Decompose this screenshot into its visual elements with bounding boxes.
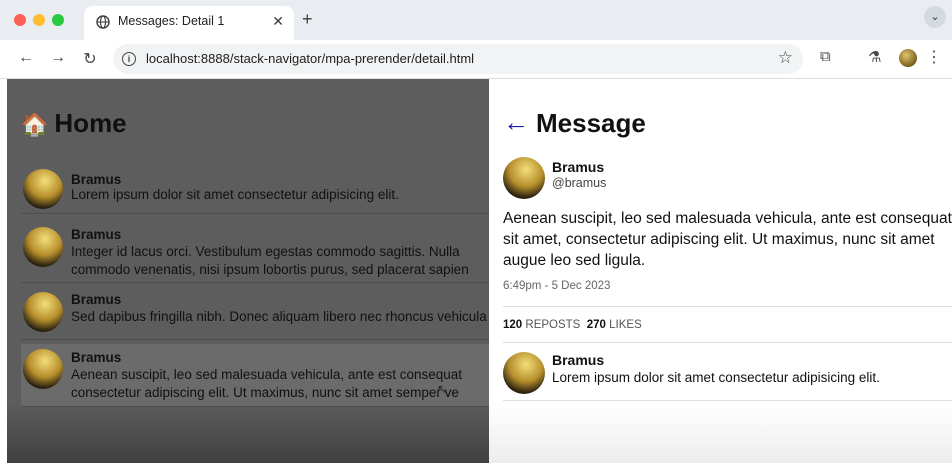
reposts-label: REPOSTS (525, 319, 581, 331)
tab-strip: Messages: Detail 1 ✕ + ⌄ (0, 0, 952, 40)
list-item-author: Bramus (71, 350, 122, 365)
house-icon: 🏠 (21, 112, 49, 137)
author-handle[interactable]: @bramus (552, 176, 606, 190)
divider (503, 306, 952, 307)
list-item-author: Bramus (71, 227, 122, 242)
tab-close-icon[interactable]: ✕ (272, 13, 284, 30)
list-item-author: Bramus (71, 292, 122, 307)
message-body: Aenean suscipit, leo sed malesuada vehic… (503, 208, 952, 271)
list-item-text: consectetur adipiscing elit. Ut maximus,… (71, 385, 459, 400)
list-item-author: Bramus (71, 172, 122, 187)
list-item[interactable]: Bramus Integer id lacus orci. Vestibulum… (21, 224, 489, 283)
mouse-cursor-icon: ↖ (437, 382, 448, 396)
reload-icon[interactable]: ↻ (80, 49, 100, 69)
back-arrow-icon[interactable]: ← (503, 107, 529, 138)
page-title: Message (536, 108, 646, 138)
message-body-line: Aenean suscipit, leo sed malesuada vehic… (503, 210, 952, 227)
list-item[interactable]: Bramus Sed dapibus fringilla nibh. Donec… (21, 289, 489, 340)
list-item-text: Integer id lacus orci. Vestibulum egesta… (71, 244, 460, 259)
info-icon[interactable]: i (122, 52, 136, 66)
avatar (23, 349, 63, 389)
browser-toolbar: ← → ↻ i localhost:8888/stack-navigator/m… (0, 40, 952, 79)
forward-icon[interactable]: → (48, 49, 68, 67)
message-body-line: augue leo sed ligula. (503, 252, 646, 269)
list-item-text: Lorem ipsum dolor sit amet consectetur a… (71, 187, 399, 202)
message-stats: 120 REPOSTS 270 LIKES (503, 319, 642, 331)
avatar[interactable] (503, 352, 545, 394)
avatar (23, 227, 63, 267)
avatar (23, 169, 63, 209)
page-title: 🏠 Home (21, 108, 127, 139)
new-tab-button[interactable]: + (302, 9, 313, 30)
message-pane: ← Message Bramus @bramus Aenean suscipit… (489, 79, 952, 463)
star-icon[interactable]: ☆ (778, 48, 793, 68)
likes-label: LIKES (609, 319, 642, 331)
maximize-window-button[interactable] (52, 14, 64, 26)
list-item-text: Sed dapibus fringilla nibh. Donec aliqua… (71, 309, 487, 324)
address-bar[interactable]: i localhost:8888/stack-navigator/mpa-pre… (113, 44, 803, 74)
home-title-text: Home (54, 108, 127, 138)
divider (503, 342, 952, 343)
browser-tab[interactable]: Messages: Detail 1 ✕ (84, 6, 294, 40)
likes-count: 270 (586, 319, 606, 331)
divider (503, 400, 952, 401)
list-item-text: Aenean suscipit, leo sed malesuada vehic… (71, 367, 463, 382)
back-icon[interactable]: ← (16, 49, 36, 67)
close-window-button[interactable] (14, 14, 26, 26)
home-pane: 🏠 Home Bramus Lorem ipsum dolor sit amet … (7, 79, 489, 463)
labs-icon[interactable]: ⚗ (868, 48, 881, 66)
reposts-count: 120 (503, 319, 523, 331)
reply-text: Lorem ipsum dolor sit amet consectetur a… (552, 370, 880, 385)
tab-title: Messages: Detail 1 (118, 14, 225, 28)
avatar[interactable] (503, 157, 545, 199)
list-item-text: commodo venenatis, nisi ipsum lobortis p… (71, 262, 469, 277)
menu-icon[interactable]: ⋮ (926, 47, 942, 67)
message-timestamp: 6:49pm - 5 Dec 2023 (503, 280, 611, 292)
globe-icon (96, 15, 110, 29)
url-text[interactable]: localhost:8888/stack-navigator/mpa-prere… (146, 51, 474, 66)
extensions-icon[interactable]: ⧉ (820, 48, 831, 65)
list-item-selected[interactable]: Bramus Aenean suscipit, leo sed malesuad… (21, 344, 489, 407)
message-body-line: sit amet, consectetur adipiscing elit. U… (503, 231, 935, 248)
profile-icon[interactable] (899, 49, 917, 67)
tab-search-button[interactable]: ⌄ (924, 6, 946, 28)
author-name[interactable]: Bramus (552, 159, 604, 175)
reply-author[interactable]: Bramus (552, 352, 604, 368)
minimize-window-button[interactable] (33, 14, 45, 26)
avatar (23, 292, 63, 332)
list-item[interactable]: Bramus Lorem ipsum dolor sit amet consec… (21, 167, 489, 214)
